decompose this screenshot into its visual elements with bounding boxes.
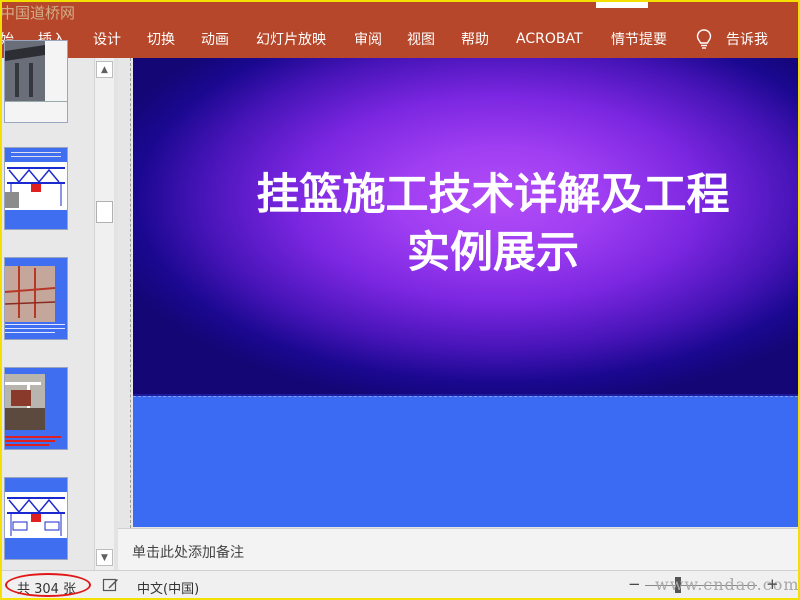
thumbnail-scrollbar[interactable]: ▲ ▼	[94, 58, 114, 570]
zoom-out-button[interactable]: −	[628, 575, 641, 593]
slide-title-line: 挂篮施工技术详解及工程	[256, 170, 730, 220]
tab-transitions[interactable]: 切换	[147, 29, 201, 49]
slide-title[interactable]: 挂篮施工技术详解及工程 实例展示	[223, 166, 763, 282]
slide-guide-line	[130, 58, 131, 528]
tab-animations[interactable]: 动画	[201, 29, 256, 49]
ribbon-tabs: 始 插入 设计 切换 动画 幻灯片放映 审阅 视图 帮助 ACROBAT 情节提…	[0, 29, 693, 49]
slide-thumbnail[interactable]	[4, 147, 68, 230]
zoom-in-button[interactable]: +	[766, 575, 779, 593]
slide-thumbnail[interactable]	[4, 40, 68, 123]
slide-thumbnail[interactable]	[4, 367, 68, 450]
highlight-annotation	[5, 573, 91, 597]
chevron-up-icon[interactable]: ▲	[96, 61, 113, 78]
slide-thumbnail[interactable]	[4, 477, 68, 560]
tab-acrobat[interactable]: ACROBAT	[516, 31, 611, 47]
tell-me-button[interactable]: 告诉我	[726, 29, 768, 49]
slide-placeholder-border	[133, 396, 798, 397]
chevron-down-icon[interactable]: ▼	[96, 549, 113, 566]
title-bar-element	[596, 0, 648, 8]
slide-thumbnails-panel	[0, 40, 94, 570]
scrollbar-thumb[interactable]	[96, 201, 113, 223]
status-bar: 共 304 张 中文(中国) − www.cndao.com +	[0, 570, 800, 600]
tab-storyboard[interactable]: 情节提要	[611, 29, 693, 49]
tab-view[interactable]: 视图	[407, 29, 461, 49]
tab-help[interactable]: 帮助	[461, 29, 516, 49]
current-slide[interactable]: 挂篮施工技术详解及工程 实例展示	[133, 58, 798, 527]
ribbon: 中国道桥网 始 插入 设计 切换 动画 幻灯片放映 审阅 视图 帮助 ACROB…	[0, 0, 800, 58]
notes-icon[interactable]	[102, 577, 120, 593]
watermark-top: 中国道桥网	[0, 4, 76, 22]
notes-placeholder[interactable]: 单击此处添加备注	[132, 542, 244, 562]
lightbulb-icon[interactable]	[695, 28, 713, 50]
tab-design[interactable]: 设计	[93, 29, 147, 49]
slide-title-line: 实例展示	[407, 228, 579, 278]
language-indicator[interactable]: 中文(中国)	[137, 578, 199, 597]
slide-thumbnail[interactable]	[4, 257, 68, 340]
tab-slideshow[interactable]: 幻灯片放映	[256, 29, 354, 49]
tab-review[interactable]: 审阅	[354, 29, 407, 49]
notes-pane[interactable]: 单击此处添加备注	[118, 528, 800, 570]
